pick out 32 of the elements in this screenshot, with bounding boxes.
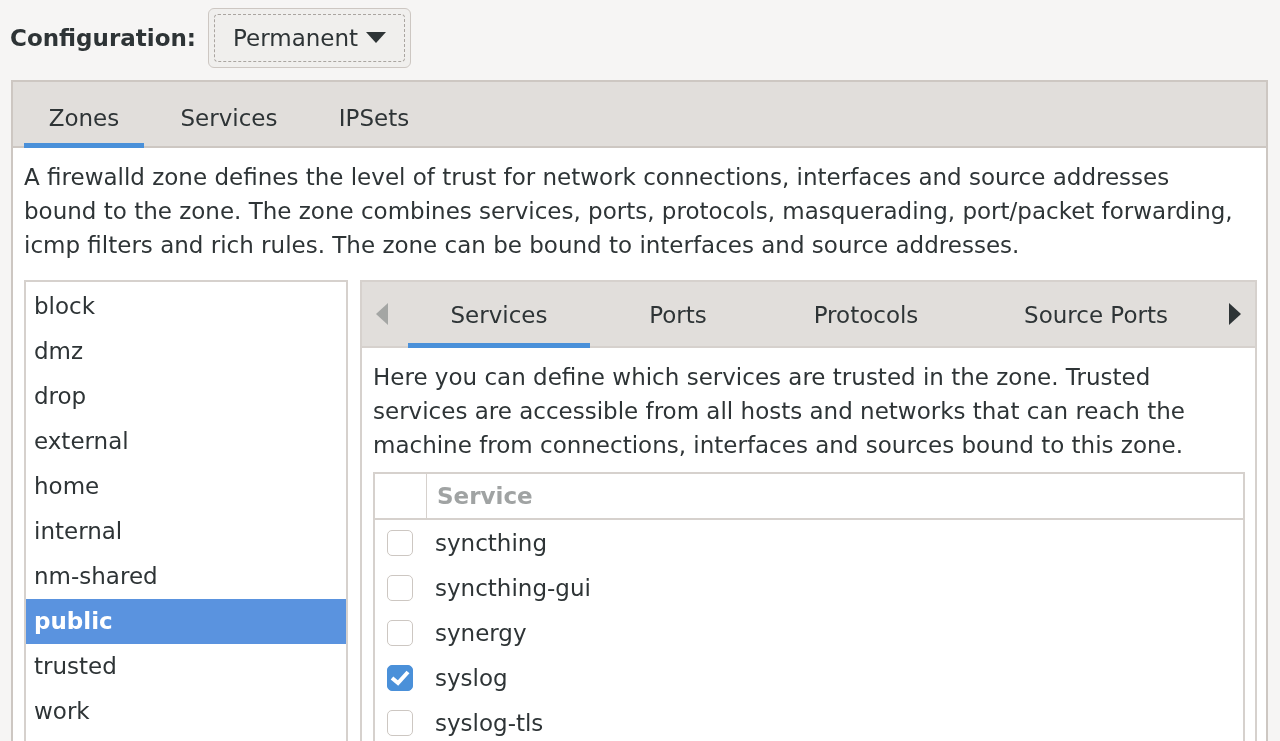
- zone-item[interactable]: work: [26, 689, 346, 734]
- scroll-right-icon[interactable]: [1229, 303, 1241, 325]
- caret-icon: [366, 32, 387, 44]
- checkbox[interactable]: [387, 619, 413, 646]
- checkbox[interactable]: [387, 709, 413, 736]
- zone-item[interactable]: external: [26, 419, 346, 464]
- zone-item[interactable]: nm-shared: [26, 554, 346, 599]
- tab[interactable]: Services: [144, 82, 314, 148]
- tab[interactable]: IPSets: [324, 82, 424, 148]
- table-cell: syncthing: [435, 529, 547, 556]
- zone-item[interactable]: home: [26, 464, 346, 509]
- zone-item[interactable]: trusted: [26, 644, 346, 689]
- zone-item[interactable]: block: [26, 284, 346, 329]
- tab[interactable]: Zones: [24, 82, 144, 148]
- configuration-dropdown[interactable]: Permanent: [208, 8, 412, 68]
- zones-description: A firewalld zone defines the level of trust for network connections, interfaces and source addresses bound to the zone. The zone combines services, ports, protocols, masquerading, port/packet forwarding, icmp filters and rich rules. The zone can be bound to interfaces and source addresses.: [24, 163, 1234, 260]
- zone-item[interactable]: dmz: [26, 329, 346, 374]
- checkbox[interactable]: [387, 529, 413, 556]
- checkbox[interactable]: [387, 574, 413, 601]
- zone-item[interactable]: internal: [26, 509, 346, 554]
- table-cell: syslog: [435, 664, 508, 691]
- configuration-label: Configuration:: [10, 25, 197, 51]
- table-cell: syslog-tls: [435, 709, 544, 736]
- tab[interactable]: Ports: [590, 282, 766, 348]
- zone-item[interactable]: drop: [26, 374, 346, 419]
- checkbox[interactable]: [387, 664, 413, 691]
- tab[interactable]: Services: [408, 282, 590, 348]
- table-cell: synergy: [435, 619, 527, 646]
- services-description: Here you can define which services are trusted in the zone. Trusted services are accessible from all hosts and networks that can reach the machine from connections, interfaces and sources bound to this zone.: [373, 363, 1186, 460]
- tab[interactable]: Protocols: [766, 282, 966, 348]
- table-cell: syncthing-gui: [435, 574, 591, 601]
- tab[interactable]: Source Ports: [966, 282, 1226, 348]
